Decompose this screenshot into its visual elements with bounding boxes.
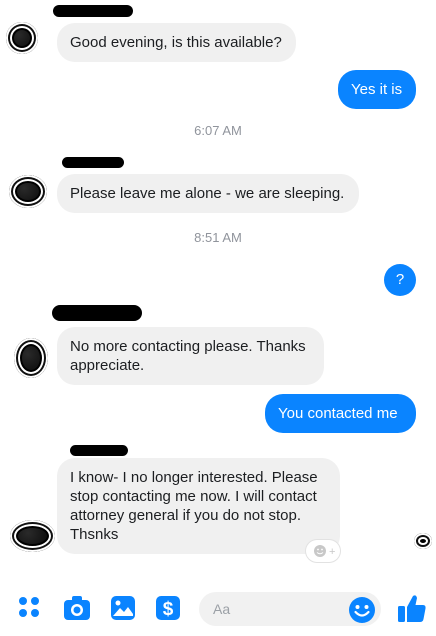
redacted-sender-name	[52, 305, 142, 321]
incoming-message: I know- I no longer interested. Please s…	[57, 458, 340, 554]
add-reaction-icon[interactable]: +	[306, 540, 340, 562]
svg-text:+: +	[329, 546, 335, 558]
timestamp: 6:07 AM	[194, 123, 242, 138]
photo-icon[interactable]	[110, 595, 136, 621]
outgoing-message: Yes it is	[338, 70, 416, 109]
read-receipt-avatar	[414, 533, 432, 549]
emoji-icon[interactable]	[348, 596, 376, 624]
thumbs-up-icon[interactable]	[397, 592, 427, 624]
incoming-message: Please leave me alone - we are sleeping.	[57, 174, 359, 213]
sender-avatar[interactable]	[14, 338, 48, 378]
redacted-sender-name	[53, 5, 133, 17]
payment-dollar-icon[interactable]: $	[155, 595, 181, 621]
incoming-message: Good evening, is this available?	[57, 23, 296, 62]
sender-avatar[interactable]	[6, 22, 38, 54]
timestamp: 8:51 AM	[194, 230, 242, 245]
outgoing-message: You contacted me	[265, 394, 416, 433]
incoming-message: No more contacting please. Thanks apprec…	[57, 327, 324, 385]
redacted-sender-name	[62, 157, 124, 168]
outgoing-message: ?	[384, 264, 416, 296]
redacted-sender-name	[70, 445, 128, 456]
camera-icon[interactable]	[63, 595, 91, 621]
sender-avatar[interactable]	[9, 175, 47, 208]
sender-avatar[interactable]	[10, 520, 55, 552]
svg-text:$: $	[163, 599, 174, 620]
menu-dots-icon[interactable]	[17, 595, 41, 619]
